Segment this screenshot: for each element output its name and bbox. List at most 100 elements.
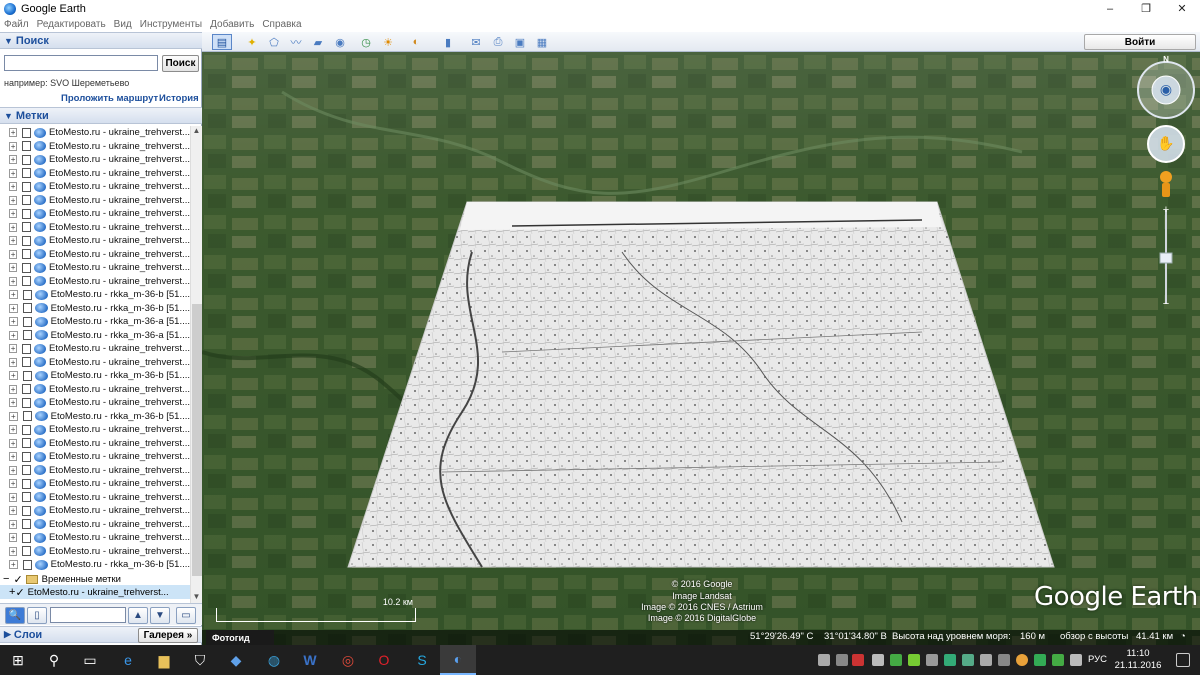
windows-start-icon[interactable]: ⊞	[0, 645, 36, 675]
place-item[interactable]: + EtoMesto.ru - ukraine_trehverst...	[0, 518, 190, 532]
move-up-icon[interactable]: ▲	[128, 607, 148, 624]
search-button[interactable]: Поиск	[162, 55, 199, 72]
image-overlay-icon[interactable]: ▰	[308, 34, 328, 50]
expand-icon[interactable]: +	[9, 560, 18, 570]
place-item[interactable]: + EtoMesto.ru - rkka_m-36-b [51....	[0, 288, 190, 302]
place-checkbox[interactable]	[22, 141, 32, 152]
opera-icon[interactable]: O	[366, 645, 402, 675]
place-checkbox[interactable]	[22, 559, 33, 570]
route-link[interactable]: Проложить маршрут	[61, 93, 158, 104]
place-checkbox[interactable]	[22, 330, 33, 341]
add-polygon-icon[interactable]: ⬠	[264, 34, 284, 50]
place-item[interactable]: + EtoMesto.ru - ukraine_trehverst...	[0, 194, 190, 208]
tray-icon[interactable]	[836, 654, 848, 666]
place-item[interactable]: + EtoMesto.ru - rkka_m-36-b [51....	[0, 369, 190, 383]
expand-icon[interactable]: +	[9, 398, 18, 408]
tray-icon[interactable]	[1016, 654, 1028, 666]
skype-icon[interactable]: S	[404, 645, 440, 675]
volume-icon[interactable]	[872, 654, 884, 666]
view-in-maps-icon[interactable]: ▦	[532, 34, 552, 50]
place-item[interactable]: + EtoMesto.ru - ukraine_trehverst...	[0, 464, 190, 478]
place-item[interactable]: + EtoMesto.ru - ukraine_trehverst...	[0, 275, 190, 289]
folder-checkbox[interactable]: ✓	[13, 573, 22, 586]
search-panel-header[interactable]: ▼ Поиск	[0, 32, 202, 49]
minimize-button[interactable]: –	[1092, 0, 1128, 17]
expand-icon[interactable]: +	[9, 506, 18, 516]
tray-icon[interactable]	[926, 654, 938, 666]
place-checkbox[interactable]	[22, 492, 32, 503]
place-item[interactable]: + EtoMesto.ru - ukraine_trehverst...	[0, 261, 190, 275]
login-button[interactable]: Войти	[1084, 34, 1196, 50]
task-view-icon[interactable]: ▭	[72, 645, 108, 675]
place-checkbox[interactable]	[22, 289, 33, 300]
tray-icon[interactable]	[1052, 654, 1064, 666]
look-control-icon[interactable]: ◉	[1157, 81, 1175, 99]
place-checkbox[interactable]	[22, 316, 33, 327]
scroll-down-icon[interactable]: ▼	[191, 592, 202, 603]
expand-icon[interactable]: +	[9, 155, 18, 165]
expand-icon[interactable]: +	[9, 519, 18, 529]
place-item[interactable]: + EtoMesto.ru - ukraine_trehverst...	[0, 207, 190, 221]
tray-icon[interactable]	[998, 654, 1010, 666]
place-item[interactable]: + EtoMesto.ru - ukraine_trehverst...	[0, 221, 190, 235]
close-button[interactable]: ✕	[1164, 0, 1200, 17]
planets-icon[interactable]: ◐	[406, 34, 426, 50]
maximize-button[interactable]: ❐	[1128, 0, 1164, 17]
expand-icon[interactable]: +	[9, 330, 18, 340]
expand-icon[interactable]: +	[9, 411, 18, 421]
place-item[interactable]: + EtoMesto.ru - ukraine_trehverst...	[0, 396, 190, 410]
app-icon[interactable]: ◆	[218, 645, 254, 675]
place-item[interactable]: + EtoMesto.ru - rkka_m-36-b [51....	[0, 410, 190, 424]
zoom-out-icon[interactable]: −	[1158, 298, 1174, 310]
place-checkbox[interactable]	[22, 532, 32, 543]
place-checkbox[interactable]	[22, 168, 32, 179]
map-view[interactable]: N ◉ ✋ + − © 2016 Google Image Landsat Im…	[202, 52, 1200, 645]
expand-icon[interactable]: +	[9, 168, 18, 178]
tour-icon[interactable]: ▭	[176, 607, 196, 624]
tray-icon[interactable]	[890, 654, 902, 666]
place-checkbox[interactable]	[22, 505, 32, 516]
expand-icon[interactable]: +	[9, 182, 18, 192]
expand-icon[interactable]: +	[9, 465, 18, 475]
sidebar-toggle-icon[interactable]: ▤	[212, 34, 232, 50]
expand-icon[interactable]: +	[9, 425, 18, 435]
street-view-pegman-icon[interactable]	[1158, 168, 1174, 198]
scrollbar-thumb[interactable]	[192, 304, 202, 576]
place-checkbox[interactable]	[22, 208, 32, 219]
tray-icon[interactable]	[818, 654, 830, 666]
tray-icon[interactable]	[908, 654, 920, 666]
input-language[interactable]: РУС	[1088, 654, 1107, 665]
compass-north-label[interactable]: N	[1159, 55, 1173, 65]
ruler-icon[interactable]: ▮	[438, 34, 458, 50]
place-checkbox[interactable]	[22, 397, 32, 408]
add-placemark-icon[interactable]: ✦	[242, 34, 262, 50]
places-filter-input[interactable]	[50, 607, 126, 623]
place-item[interactable]: + EtoMesto.ru - ukraine_trehverst...	[0, 248, 190, 262]
expand-icon[interactable]: +	[9, 357, 18, 367]
move-control-icon[interactable]: ✋	[1157, 135, 1175, 153]
record-tour-icon[interactable]: ◉	[330, 34, 350, 50]
place-checkbox[interactable]	[22, 343, 32, 354]
search-input[interactable]	[4, 55, 158, 71]
expand-icon[interactable]: +	[9, 371, 18, 381]
place-item[interactable]: + EtoMesto.ru - rkka_m-36-b [51....	[0, 302, 190, 316]
tray-icon[interactable]	[980, 654, 992, 666]
zoom-in-icon[interactable]: +	[1158, 204, 1174, 216]
place-item[interactable]: + EtoMesto.ru - ukraine_trehverst...	[0, 356, 190, 370]
print-icon[interactable]: ⎙	[488, 34, 508, 50]
expand-icon[interactable]: +	[9, 317, 18, 327]
menu-edit[interactable]: Редактировать	[33, 19, 110, 30]
scroll-up-icon[interactable]: ▲	[191, 126, 202, 137]
move-down-icon[interactable]: ▼	[150, 607, 170, 624]
word-icon[interactable]: W	[292, 645, 328, 675]
place-item[interactable]: + EtoMesto.ru - ukraine_trehverst...	[0, 383, 190, 397]
expand-icon[interactable]: +	[9, 236, 18, 246]
place-checkbox[interactable]	[22, 384, 32, 395]
place-checkbox[interactable]	[22, 546, 32, 557]
search-icon[interactable]: ⚲	[36, 645, 72, 675]
selected-place-item[interactable]: + ✓ EtoMesto.ru - ukraine_trehverst...	[0, 585, 190, 599]
notifications-icon[interactable]	[1176, 653, 1190, 667]
expand-icon[interactable]: +	[9, 479, 18, 489]
place-checkbox[interactable]	[22, 262, 32, 273]
place-item[interactable]: + EtoMesto.ru - ukraine_trehverst...	[0, 504, 190, 518]
